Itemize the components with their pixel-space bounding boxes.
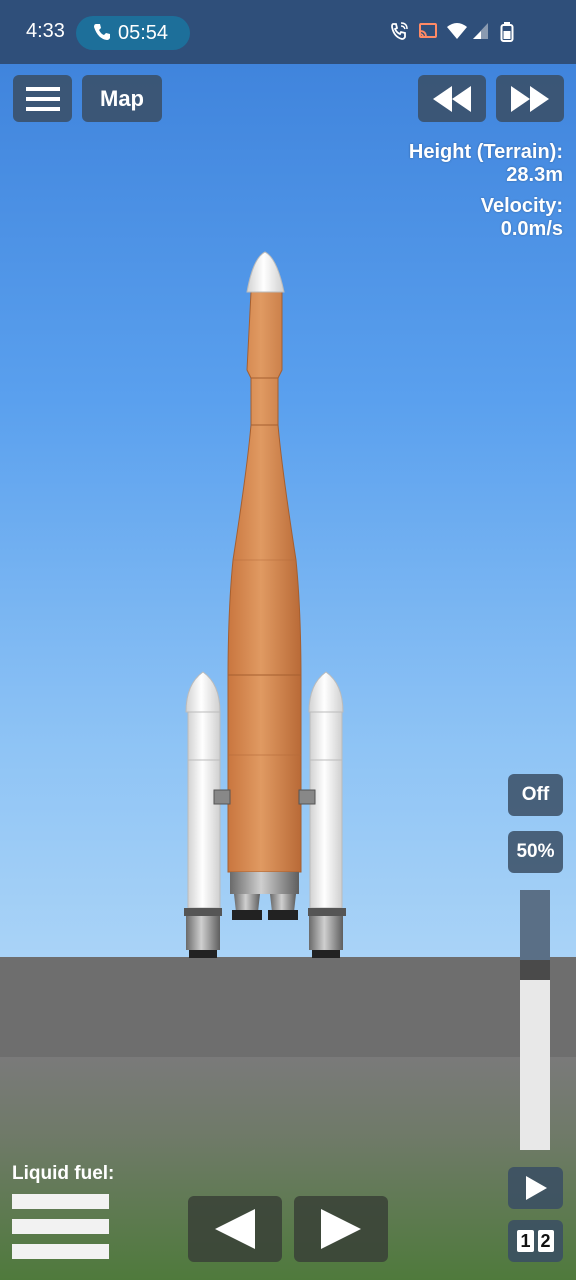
right-booster: [298, 671, 346, 958]
fuel-label: Liquid fuel:: [12, 1163, 115, 1184]
core-stage: [227, 291, 302, 873]
throttle-percent-button[interactable]: 50%: [508, 831, 563, 873]
rocket[interactable]: [0, 0, 576, 1280]
rotate-left-button[interactable]: [188, 1196, 282, 1262]
sas-toggle-button[interactable]: Off: [508, 774, 563, 816]
stage-number-1: 1: [517, 1230, 534, 1252]
throttle-slider-handle[interactable]: [520, 960, 550, 980]
sas-toggle-label: Off: [521, 784, 550, 805]
stage-selector-button[interactable]: 1 2: [508, 1220, 563, 1262]
core-nose-cone: [246, 251, 285, 293]
throttle-percent-label: 50%: [516, 841, 555, 862]
left-booster: [184, 671, 231, 958]
stage-number-2: 2: [537, 1230, 554, 1252]
fuel-bar: [12, 1219, 109, 1234]
rotate-right-arrow-icon: [321, 1209, 361, 1249]
fuel-bar: [12, 1244, 109, 1259]
play-icon: [525, 1176, 547, 1200]
rotate-right-button[interactable]: [294, 1196, 388, 1262]
core-engines: [230, 872, 299, 920]
rotate-left-arrow-icon: [215, 1209, 255, 1249]
stage-activate-button[interactable]: [508, 1167, 563, 1209]
fuel-bar: [12, 1194, 109, 1209]
